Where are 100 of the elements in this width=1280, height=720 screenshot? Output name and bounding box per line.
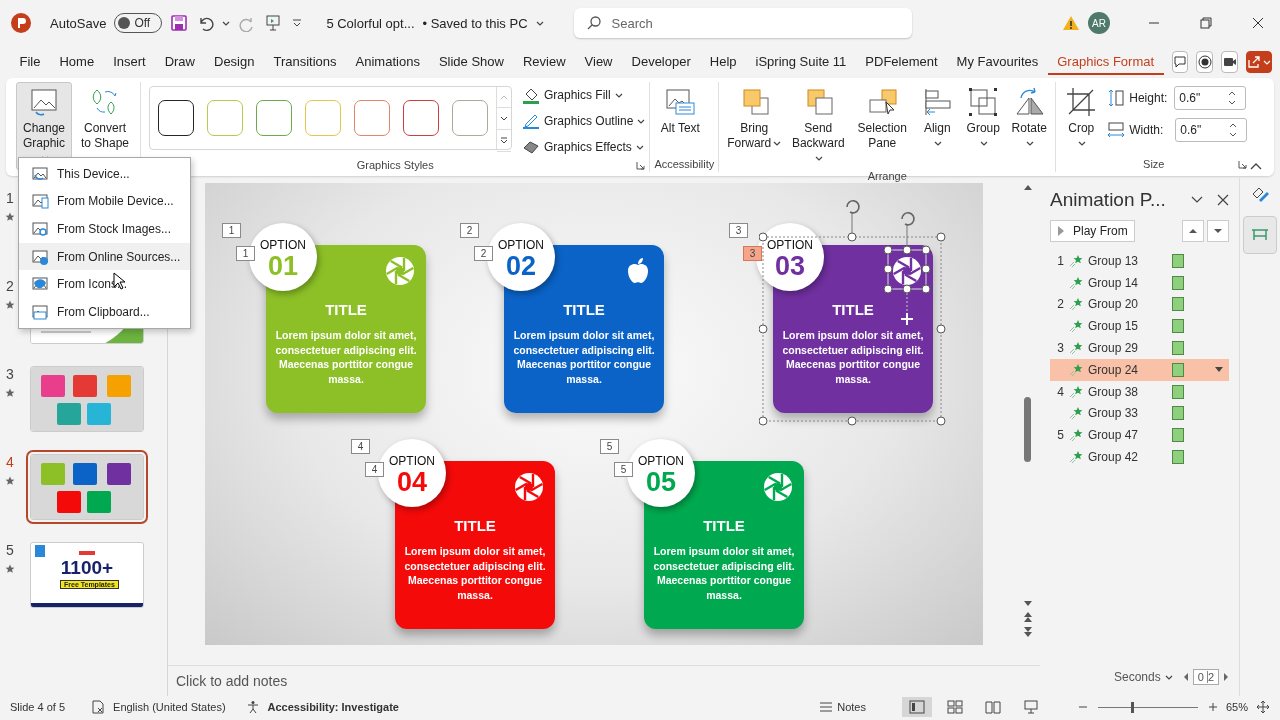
- arrange-button[interactable]: Selection Pane: [851, 82, 914, 155]
- width-field[interactable]: 0.6": [1175, 118, 1248, 142]
- pane-title: Animation P...: [1050, 189, 1166, 211]
- user-avatar[interactable]: AR: [1088, 12, 1110, 34]
- card-text: Lorem ipsum dolor sit amet, consectetuer adipiscing elit. Maecenas porttitor congue massa.: [274, 328, 418, 386]
- group-label: Accessibility: [654, 158, 715, 170]
- accessibility-status[interactable]: Accessibility: Investigate: [267, 701, 399, 713]
- ribbon-tab[interactable]: File: [10, 49, 50, 75]
- ribbon-tab[interactable]: Transitions: [263, 49, 347, 75]
- ribbon-tab[interactable]: Home: [49, 49, 104, 75]
- timeline-ruler[interactable]: 0 2: [1192, 669, 1219, 685]
- arrange-button[interactable]: Bring Forward: [723, 82, 786, 155]
- arrange-button[interactable]: Group: [961, 82, 1006, 155]
- ribbon-tab[interactable]: iSpring Suite 11: [746, 49, 856, 75]
- option-label: OPTION: [260, 238, 306, 252]
- arrange-button[interactable]: Rotate: [1007, 82, 1052, 155]
- save-status: • Saved to this PC: [422, 15, 528, 31]
- ribbon-tab[interactable]: View: [575, 49, 622, 75]
- slide-number: 4: [6, 454, 14, 470]
- animation-tag[interactable]: 5: [600, 439, 619, 454]
- animation-item[interactable]: 3 Group 29: [1050, 337, 1229, 359]
- ribbon-tab[interactable]: Graphics Format: [1047, 49, 1164, 75]
- animation-tag[interactable]: 1: [222, 223, 241, 238]
- option-number: 01: [267, 252, 298, 280]
- ribbon-tab[interactable]: My Favourites: [947, 49, 1048, 75]
- animation-tag[interactable]: 2: [460, 223, 479, 238]
- option-number: 04: [396, 468, 427, 496]
- width-label: Width:: [1129, 123, 1164, 137]
- card-text: Lorem ipsum dolor sit amet, consectetuer adipiscing elit. Maecenas porttitor congue massa.: [403, 544, 547, 602]
- animation-tag[interactable]: 5: [614, 462, 633, 477]
- graphics-command[interactable]: Graphics Fill: [522, 84, 646, 106]
- ribbon-tab[interactable]: Animations: [346, 49, 430, 75]
- convert-to-shape-button[interactable]: Convert to Shape: [74, 82, 136, 155]
- slide-counter: Slide 4 of 5: [10, 701, 66, 713]
- animation-tag[interactable]: 3: [729, 223, 748, 238]
- animation-item[interactable]: 2 Group 20: [1050, 293, 1229, 316]
- card-title: TITLE: [703, 517, 745, 535]
- graphics-command[interactable]: Graphics Effects: [522, 136, 646, 158]
- height-field[interactable]: 0.6": [1174, 86, 1247, 110]
- animation-item[interactable]: Group 15: [1050, 315, 1229, 338]
- group-label: Arrange: [867, 170, 907, 182]
- animation-tag[interactable]: 4: [365, 462, 384, 477]
- slide-number: 5: [6, 542, 14, 558]
- slide-number: 3: [6, 366, 14, 382]
- notes-button[interactable]: Notes: [819, 701, 866, 713]
- graphics-command[interactable]: Graphics Outline: [522, 110, 646, 132]
- animation-tag[interactable]: 4: [351, 439, 370, 454]
- alt-text-button[interactable]: Alt Text: [654, 82, 707, 140]
- animation-item[interactable]: Group 14: [1050, 271, 1229, 294]
- animation-item[interactable]: 4 Group 38: [1050, 380, 1229, 403]
- option-label: OPTION: [767, 238, 813, 252]
- seconds-dropdown[interactable]: Seconds: [1114, 670, 1173, 684]
- animation-item[interactable]: Group 24: [1050, 359, 1229, 381]
- animation-tag[interactable]: 3: [743, 246, 762, 261]
- card-text: Lorem ipsum dolor sit amet, consectetuer adipiscing elit. Maecenas porttitor congue massa.: [781, 328, 925, 386]
- arrange-button[interactable]: Align: [915, 82, 960, 155]
- ribbon-tab[interactable]: PDFelement: [855, 49, 948, 75]
- ribbon-tab[interactable]: Insert: [103, 49, 156, 75]
- ribbon-tab[interactable]: Review: [513, 49, 576, 75]
- slide-number: 1: [6, 190, 14, 206]
- menu-item[interactable]: From Mobile Device...: [19, 187, 190, 216]
- language-indicator[interactable]: English (United States): [113, 701, 226, 713]
- group-label: Size: [1143, 158, 1165, 170]
- document-title: 5 Colorful opt...: [326, 15, 415, 31]
- card-title: TITLE: [832, 301, 874, 319]
- option-label: OPTION: [389, 454, 435, 468]
- animation-tag[interactable]: 1: [236, 246, 255, 261]
- animation-item[interactable]: 1 Group 13: [1050, 250, 1229, 272]
- height-label: Height:: [1129, 91, 1168, 105]
- card-text: Lorem ipsum dolor sit amet, consectetuer adipiscing elit. Maecenas porttitor congue massa.: [512, 328, 656, 386]
- notes-placeholder[interactable]: Click to add notes: [176, 673, 288, 689]
- arrange-button[interactable]: Send Backward: [787, 82, 850, 170]
- ribbon-tab[interactable]: Developer: [622, 49, 701, 75]
- option-number: 03: [774, 252, 805, 280]
- card-title: TITLE: [454, 517, 496, 535]
- ribbon-tab[interactable]: Slide Show: [429, 49, 514, 75]
- group-label: Graphics Styles: [356, 159, 434, 171]
- animation-tag[interactable]: 2: [474, 246, 493, 261]
- animation-item[interactable]: Group 42: [1050, 446, 1229, 468]
- crop-button[interactable]: Crop: [1060, 82, 1103, 155]
- option-label: OPTION: [498, 238, 544, 252]
- option-number: 02: [505, 252, 536, 280]
- card-title: TITLE: [325, 301, 367, 319]
- option-label: OPTION: [638, 454, 684, 468]
- menu-item[interactable]: From Online Sources...: [19, 242, 190, 271]
- play-from-button[interactable]: Play From: [1050, 220, 1135, 242]
- search-field[interactable]: Search: [573, 8, 912, 38]
- animation-item[interactable]: Group 33: [1050, 402, 1229, 425]
- card-title: TITLE: [563, 301, 605, 319]
- thumbnail-headline: 1100+: [59, 557, 115, 579]
- card-text: Lorem ipsum dolor sit amet, consectetuer adipiscing elit. Maecenas porttitor congue massa.: [652, 544, 796, 602]
- menu-item[interactable]: From Clipboard...: [19, 297, 190, 326]
- zoom-level[interactable]: 65%: [1225, 701, 1248, 713]
- animation-item[interactable]: 5 Group 47: [1050, 424, 1229, 447]
- ribbon-tab[interactable]: Design: [204, 49, 264, 75]
- menu-item[interactable]: From Stock Images...: [19, 215, 190, 243]
- autosave-label: AutoSave: [50, 15, 107, 31]
- ribbon-tab[interactable]: Help: [700, 49, 747, 75]
- slide-number: 2: [6, 278, 14, 294]
- ribbon-tab[interactable]: Draw: [155, 49, 205, 75]
